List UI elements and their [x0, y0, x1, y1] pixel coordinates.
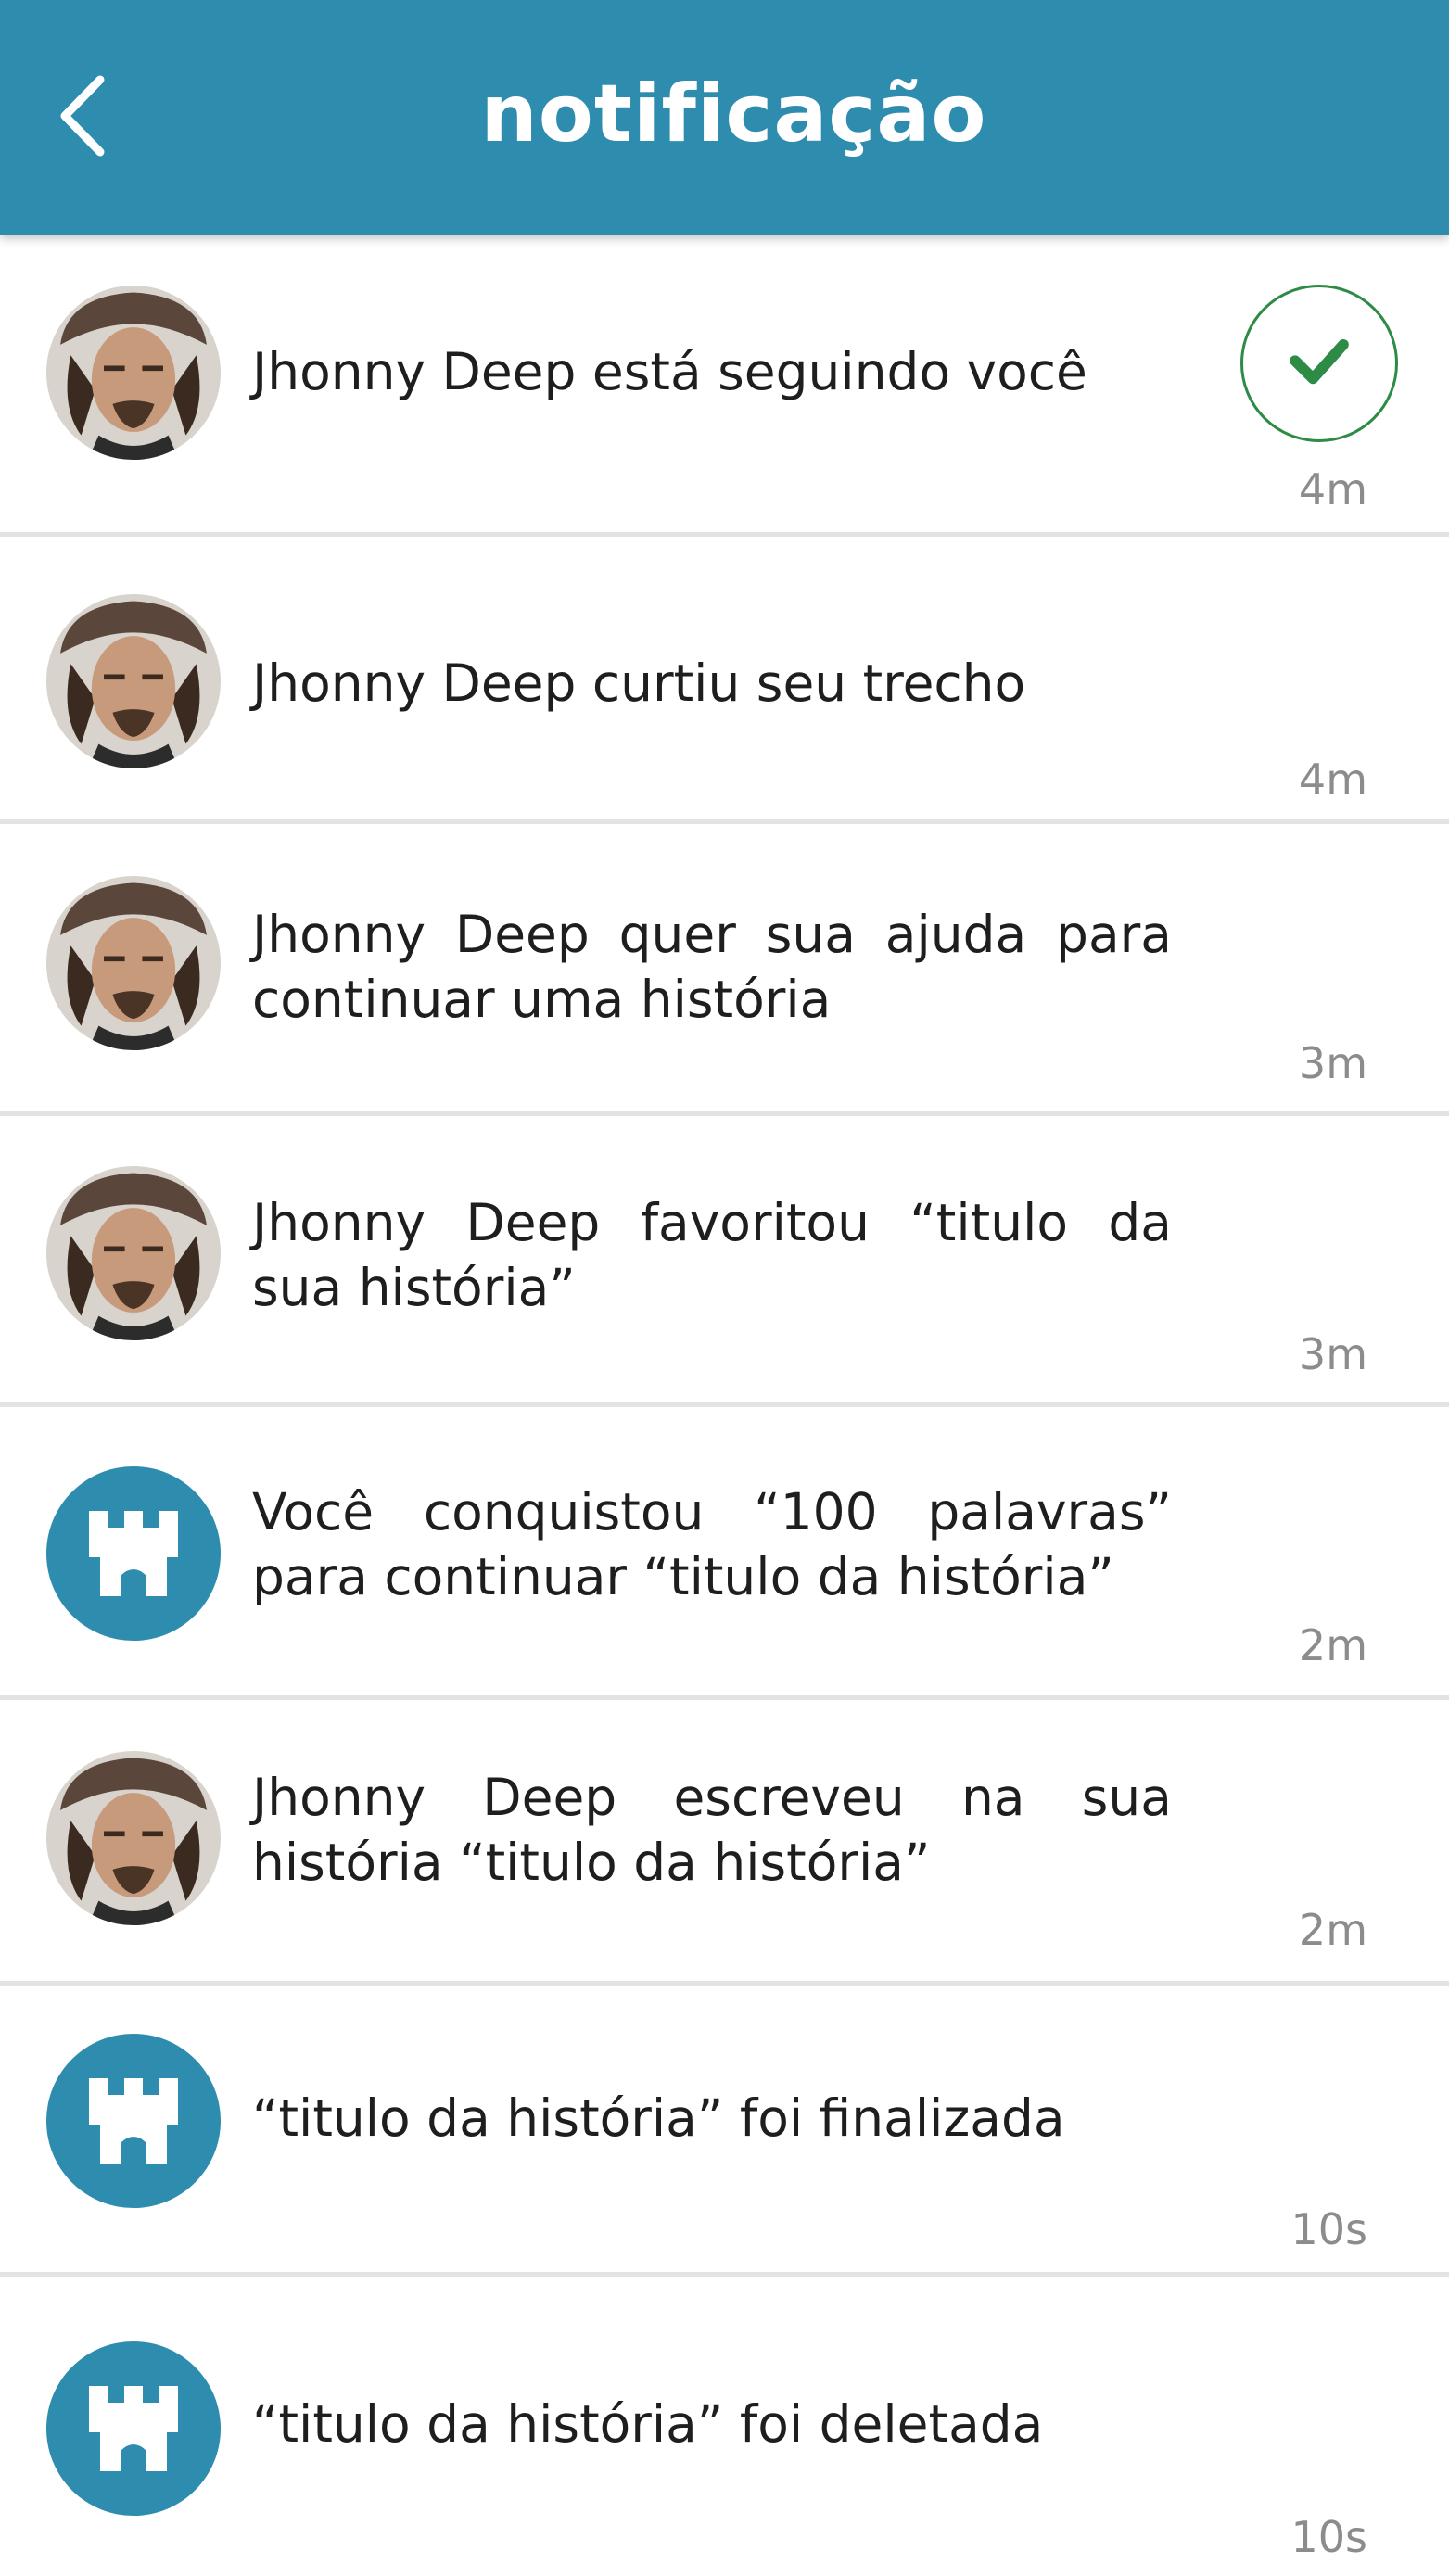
- achievement-badge[interactable]: [46, 2034, 221, 2208]
- notification-item[interactable]: Jhonny Deep curtiu seu trecho 4m: [0, 537, 1449, 824]
- user-photo: [46, 876, 221, 1050]
- timestamp: 10s: [1290, 2512, 1368, 2562]
- notification-list: Jhonny Deep está seguindo você 4m Jhonny…: [0, 235, 1449, 2571]
- timestamp: 4m: [1298, 755, 1367, 805]
- timestamp: 4m: [1298, 464, 1367, 514]
- page-title: notificação: [480, 68, 987, 160]
- notification-item[interactable]: “titulo da história” foi deletada 10s: [0, 2277, 1449, 2571]
- notification-text: Jhonny Deep quer sua ajuda para continua…: [252, 905, 1172, 1029]
- avatar[interactable]: [46, 1751, 221, 1925]
- notification-text: Jhonny Deep favoritou “titulo da sua his…: [252, 1193, 1172, 1317]
- avatar[interactable]: [46, 594, 221, 768]
- notification-item[interactable]: Jhonny Deep favoritou “titulo da sua his…: [0, 1116, 1449, 1407]
- user-photo: [46, 1166, 221, 1340]
- user-photo: [46, 286, 221, 460]
- avatar[interactable]: [46, 286, 221, 460]
- notification-item[interactable]: “titulo da história” foi finalizada 10s: [0, 1986, 1449, 2277]
- avatar[interactable]: [46, 1166, 221, 1340]
- timestamp: 3m: [1298, 1038, 1367, 1088]
- castle-icon: [89, 2386, 178, 2471]
- notification-text: Você conquistou “100 palavras” para cont…: [252, 1482, 1172, 1606]
- timestamp: 10s: [1290, 2204, 1368, 2254]
- notification-item[interactable]: Jhonny Deep está seguindo você 4m: [0, 235, 1449, 537]
- user-photo: [46, 1751, 221, 1925]
- check-icon: [1290, 338, 1349, 385]
- user-photo: [46, 594, 221, 768]
- notification-text: “titulo da história” foi finalizada: [252, 2088, 1065, 2148]
- notification-text: Jhonny Deep curtiu seu trecho: [252, 654, 1026, 713]
- notification-text: Jhonny Deep está seguindo você: [252, 342, 1087, 401]
- timestamp: 2m: [1298, 1620, 1367, 1670]
- notification-item[interactable]: Jhonny Deep escreveu na sua história “ti…: [0, 1700, 1449, 1986]
- achievement-badge[interactable]: [46, 1466, 221, 1641]
- avatar[interactable]: [46, 876, 221, 1050]
- app-header: notificação: [0, 0, 1449, 235]
- castle-icon: [89, 2078, 178, 2164]
- achievement-badge[interactable]: [46, 2341, 221, 2516]
- confirm-button[interactable]: [1240, 285, 1398, 442]
- timestamp: 2m: [1298, 1905, 1367, 1955]
- notification-text: Jhonny Deep escreveu na sua história “ti…: [252, 1768, 1172, 1892]
- castle-icon: [89, 1511, 178, 1596]
- notification-item[interactable]: Jhonny Deep quer sua ajuda para continua…: [0, 824, 1449, 1116]
- timestamp: 3m: [1298, 1329, 1367, 1379]
- notification-text: “titulo da história” foi deletada: [252, 2394, 1044, 2454]
- notification-item[interactable]: Você conquistou “100 palavras” para cont…: [0, 1407, 1449, 1700]
